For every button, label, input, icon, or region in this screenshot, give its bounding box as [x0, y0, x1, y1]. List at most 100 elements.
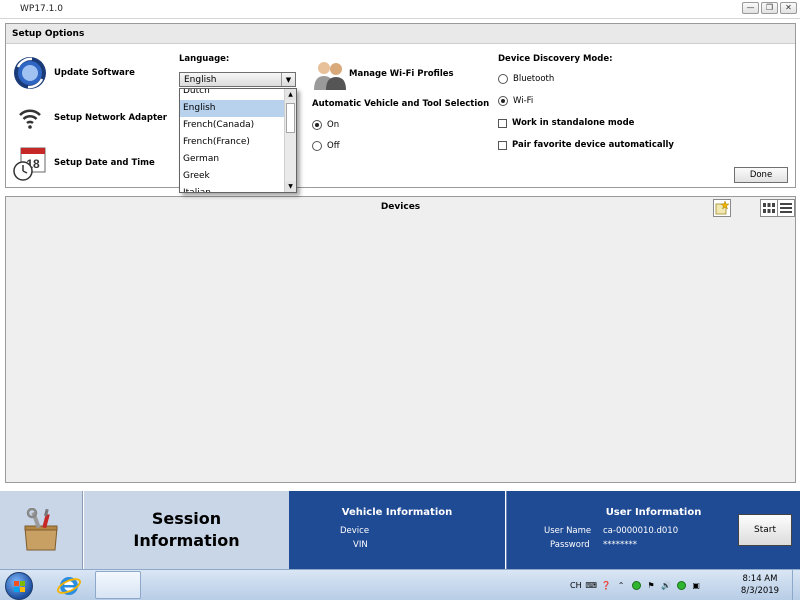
password-value: ********: [603, 540, 637, 550]
setup-date-time-button[interactable]: 18 Setup Date and Time: [12, 145, 155, 181]
language-select[interactable]: English ▼: [179, 72, 296, 87]
auto-selection-label: Automatic Vehicle and Tool Selection: [312, 99, 490, 109]
keyboard-icon[interactable]: ⌨: [585, 580, 597, 591]
setup-network-adapter-label: Setup Network Adapter: [54, 113, 167, 123]
bluetooth-label: Bluetooth: [513, 74, 555, 84]
vehicle-information-title: Vehicle Information: [341, 507, 453, 518]
auto-off-radio[interactable]: [312, 141, 322, 151]
session-bar: Session Information Vehicle Information …: [0, 491, 800, 569]
done-button[interactable]: Done: [734, 167, 788, 183]
maximize-button[interactable]: ❐: [761, 2, 778, 14]
pair-favorite-checkbox[interactable]: [498, 140, 507, 150]
volume-icon[interactable]: 🔊: [661, 580, 672, 591]
clock[interactable]: 8:14 AM 8/3/2019: [735, 573, 785, 597]
manage-wifi-profiles-label: Manage Wi-Fi Profiles: [349, 69, 454, 79]
favorite-device-button[interactable]: [713, 199, 731, 217]
username-value: ca-0000010.d010: [603, 526, 679, 536]
user-information-block: User Information User Name ca-0000010.d0…: [506, 491, 800, 569]
users-icon: [312, 56, 348, 92]
help-icon[interactable]: ❓: [601, 580, 612, 591]
language-dropdown-list: Dutch English French(Canada) French(Fran…: [179, 88, 297, 193]
language-option-french-france[interactable]: French(France): [180, 134, 284, 151]
wifi-radio[interactable]: [498, 96, 508, 106]
auto-selection-off-option[interactable]: Off: [312, 141, 340, 151]
username-label: User Name: [544, 526, 592, 536]
taskbar-app-button[interactable]: [95, 571, 141, 599]
title-bar: WP17.1.0 — ❐ ✕: [0, 0, 800, 19]
toolbox-icon: [24, 508, 58, 551]
pair-favorite-option[interactable]: Pair favorite device automatically: [498, 140, 674, 150]
vin-label: VIN: [353, 540, 368, 550]
language-option-english[interactable]: English: [180, 100, 284, 117]
language-option-italian[interactable]: Italian: [180, 185, 284, 192]
standalone-mode-option[interactable]: Work in standalone mode: [498, 118, 634, 128]
discovery-mode-label: Device Discovery Mode:: [498, 54, 613, 64]
discovery-wifi-option[interactable]: Wi-Fi: [498, 96, 533, 106]
dropdown-scrollbar[interactable]: ▲ ▼: [284, 89, 296, 192]
show-desktop-button[interactable]: [792, 570, 800, 600]
auto-selection-on-option[interactable]: On: [312, 120, 339, 130]
list-view-button[interactable]: [777, 200, 794, 216]
status-green-icon-2[interactable]: [676, 580, 687, 591]
clock-time: 8:14 AM: [742, 574, 778, 584]
internet-explorer-button[interactable]: [56, 573, 82, 599]
start-button[interactable]: Start: [738, 514, 792, 546]
password-label: Password: [550, 540, 590, 550]
wifi-icon: [12, 100, 48, 136]
scrollbar-thumb[interactable]: [286, 103, 295, 133]
language-option-french-canada[interactable]: French(Canada): [180, 117, 284, 134]
status-green-icon[interactable]: [631, 580, 642, 591]
device-view-toggle: [760, 199, 795, 217]
manage-wifi-profiles-button[interactable]: Manage Wi-Fi Profiles: [312, 56, 454, 92]
discovery-bluetooth-option[interactable]: Bluetooth: [498, 74, 554, 84]
grid-view-button[interactable]: [761, 200, 777, 216]
minimize-icon: —: [746, 3, 755, 12]
bluetooth-radio[interactable]: [498, 74, 508, 84]
language-selected-value: English: [184, 75, 217, 85]
grid-view-icon: [763, 203, 775, 213]
flag-icon[interactable]: ⚑: [646, 580, 657, 591]
devices-title: Devices: [380, 202, 421, 212]
network-icon[interactable]: ▣: [691, 580, 702, 591]
chevron-down-icon[interactable]: ▼: [281, 73, 295, 86]
language-options: Dutch English French(Canada) French(Fran…: [180, 89, 284, 192]
language-option-german[interactable]: German: [180, 151, 284, 168]
windows-logo-icon: [14, 581, 25, 592]
auto-on-label: On: [327, 120, 340, 130]
vehicle-information-block: Vehicle Information Device VIN: [289, 491, 505, 569]
update-software-label: Update Software: [54, 68, 135, 78]
close-icon: ✕: [785, 3, 792, 12]
language-option-greek[interactable]: Greek: [180, 168, 284, 185]
input-language-indicator[interactable]: CH: [570, 581, 582, 590]
pair-favorite-label: Pair favorite device automatically: [512, 140, 674, 150]
scroll-down-icon[interactable]: ▼: [285, 181, 296, 192]
auto-off-label: Off: [327, 141, 340, 151]
list-view-icon: [780, 203, 792, 213]
chevron-up-icon[interactable]: ⌃: [616, 580, 627, 591]
windows-start-button[interactable]: [5, 572, 33, 600]
standalone-label: Work in standalone mode: [512, 118, 635, 128]
close-button[interactable]: ✕: [780, 2, 797, 14]
taskbar: CH ⌨ ❓ ⌃ ⚑ 🔊 ▣ 8:14 AM 8/3/2019: [0, 569, 800, 600]
device-label: Device: [340, 526, 370, 536]
scroll-up-icon[interactable]: ▲: [285, 89, 296, 100]
wifi-label: Wi-Fi: [513, 96, 534, 106]
star-icon: [715, 201, 729, 215]
update-software-button[interactable]: Update Software: [12, 55, 135, 91]
language-option-dutch[interactable]: Dutch: [180, 89, 284, 100]
system-tray: CH ⌨ ❓ ⌃ ⚑ 🔊 ▣: [570, 570, 702, 600]
minimize-button[interactable]: —: [742, 2, 759, 14]
calendar-clock-icon: 18: [12, 145, 48, 181]
setup-date-time-label: Setup Date and Time: [54, 158, 155, 168]
devices-panel: Devices: [5, 196, 796, 483]
clock-date: 8/3/2019: [740, 586, 780, 596]
standalone-checkbox[interactable]: [498, 118, 507, 128]
setup-network-adapter-button[interactable]: Setup Network Adapter: [12, 100, 167, 136]
toolbox-button[interactable]: [0, 491, 83, 569]
language-label: Language:: [179, 54, 230, 64]
setup-options-heading: Setup Options: [6, 24, 795, 44]
internet-explorer-icon: [57, 577, 81, 595]
window-controls: — ❐ ✕: [742, 2, 797, 14]
auto-on-radio[interactable]: [312, 120, 322, 130]
window-title: WP17.1.0: [20, 4, 63, 14]
